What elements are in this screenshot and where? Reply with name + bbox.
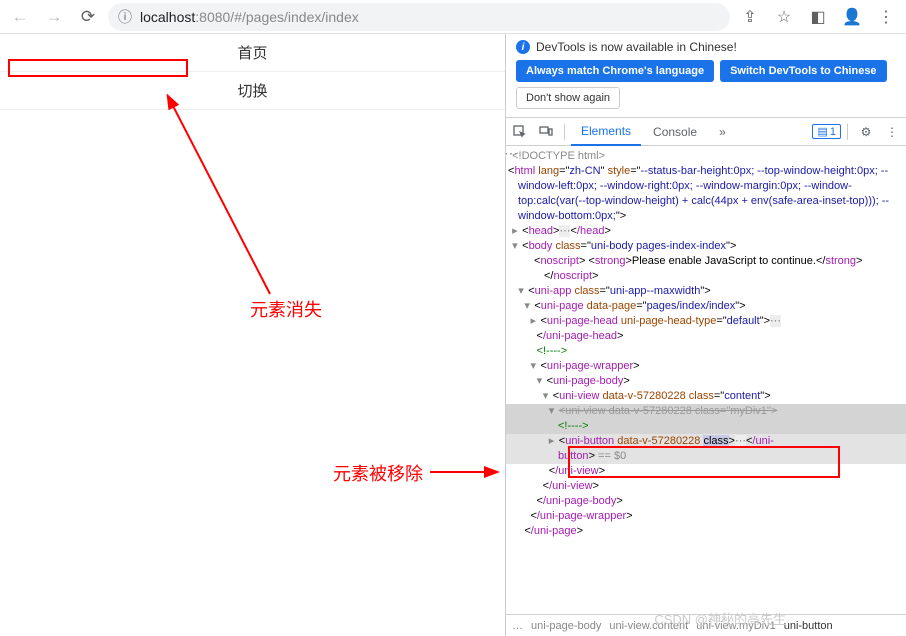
always-match-button[interactable]: Always match Chrome's language bbox=[516, 60, 714, 82]
banner-text: DevTools is now available in Chinese! bbox=[536, 40, 737, 54]
annotation-arrow-1 bbox=[160, 94, 290, 314]
url-host: localhost bbox=[140, 9, 195, 25]
dom-tree[interactable]: <!DOCTYPE html> <html lang="zh-CN" style… bbox=[506, 146, 906, 614]
reload-button[interactable]: ⟳ bbox=[74, 3, 102, 31]
dom-unipage[interactable]: ▾<uni-page data-page="pages/index/index"… bbox=[506, 299, 906, 314]
dom-close-uniview1[interactable]: </uni-view> bbox=[506, 464, 906, 479]
crumb-button[interactable]: uni-button bbox=[784, 620, 833, 632]
tabs-more[interactable]: » bbox=[709, 118, 736, 145]
share-icon[interactable]: ⇪ bbox=[736, 3, 764, 31]
info-icon: i bbox=[516, 40, 530, 54]
annotation-arrow-2 bbox=[428, 464, 500, 480]
devtools-panel: i DevTools is now available in Chinese! … bbox=[506, 34, 906, 636]
switch-button[interactable]: 切换 bbox=[0, 72, 505, 110]
dom-pagewrapper[interactable]: ▾<uni-page-wrapper> bbox=[506, 359, 906, 374]
dom-unibutton-2[interactable]: button> == $0 bbox=[506, 449, 906, 464]
device-icon[interactable] bbox=[534, 120, 558, 144]
tab-elements[interactable]: Elements bbox=[571, 119, 641, 146]
dom-close-unipage[interactable]: </uni-page> bbox=[506, 524, 906, 539]
inspect-icon[interactable] bbox=[508, 120, 532, 144]
messages-badge[interactable]: ▤ 1 bbox=[812, 124, 841, 139]
dom-pagebody[interactable]: ▾<uni-page-body> bbox=[506, 374, 906, 389]
dom-comment-1[interactable]: <!----> bbox=[506, 344, 906, 359]
switch-devtools-button[interactable]: Switch DevTools to Chinese bbox=[720, 60, 887, 82]
dom-pagehead[interactable]: ▸<uni-page-head uni-page-head-type="defa… bbox=[506, 314, 906, 329]
dom-doctype[interactable]: <!DOCTYPE html> bbox=[506, 149, 906, 164]
back-button[interactable]: ← bbox=[6, 3, 34, 31]
page-viewport: 首页 切换 元素消失 元素被移除 bbox=[0, 34, 506, 636]
star-icon[interactable]: ☆ bbox=[770, 3, 798, 31]
dom-html[interactable]: <html lang="zh-CN" style="--status-bar-h… bbox=[506, 164, 906, 224]
watermark: CSDN @神秘的高先生 bbox=[654, 609, 786, 628]
dom-noscript[interactable]: <noscript> <strong>Please enable JavaScr… bbox=[506, 254, 906, 284]
dom-head[interactable]: ▸<head>⋯</head> bbox=[506, 224, 906, 239]
devtools-banner: i DevTools is now available in Chinese! … bbox=[506, 34, 906, 118]
annotation-text-removed: 元素被移除 bbox=[333, 460, 423, 486]
url-path: :8080/#/pages/index/index bbox=[195, 9, 358, 25]
annotation-text-disappear: 元素消失 bbox=[250, 296, 322, 322]
dom-uniview-content[interactable]: ▾<uni-view data-v-57280228 class="conten… bbox=[506, 389, 906, 404]
dom-unibutton[interactable]: ⋯ ▸<uni-button data-v-57280228 class>⋯</… bbox=[506, 434, 906, 449]
dom-close-pagebody[interactable]: </uni-page-body> bbox=[506, 494, 906, 509]
main-split: 首页 切换 元素消失 元素被移除 i DevTools is now avail… bbox=[0, 34, 906, 636]
dom-uniapp[interactable]: ▾<uni-app class="uni-app--maxwidth"> bbox=[506, 284, 906, 299]
dom-comment-2[interactable]: <!----> bbox=[506, 419, 906, 434]
profile-icon[interactable]: 👤 bbox=[838, 3, 866, 31]
dom-uniview-mydiv[interactable]: ▾<uni-view data-v-57280228 class="myDiv1… bbox=[506, 404, 906, 419]
devtools-menu-icon[interactable]: ⋮ bbox=[880, 120, 904, 144]
site-info-icon[interactable]: ⓘ bbox=[118, 7, 132, 27]
devtools-tabs: Elements Console » ▤ 1 ⚙ ⋮ bbox=[506, 118, 906, 146]
page-title: 首页 bbox=[0, 34, 505, 72]
url-bar[interactable]: ⓘ localhost:8080/#/pages/index/index bbox=[108, 3, 730, 31]
tab-console[interactable]: Console bbox=[643, 118, 707, 145]
menu-icon[interactable]: ⋮ bbox=[872, 3, 900, 31]
dom-body[interactable]: ▾<body class="uni-body pages-index-index… bbox=[506, 239, 906, 254]
dom-close-pagewrapper[interactable]: </uni-page-wrapper> bbox=[506, 509, 906, 524]
browser-toolbar: ← → ⟳ ⓘ localhost:8080/#/pages/index/ind… bbox=[0, 0, 906, 34]
dont-show-button[interactable]: Don't show again bbox=[516, 87, 620, 109]
dom-pagehead-close[interactable]: </uni-page-head> bbox=[506, 329, 906, 344]
forward-button[interactable]: → bbox=[40, 3, 68, 31]
dom-close-uniview2[interactable]: </uni-view> bbox=[506, 479, 906, 494]
settings-icon[interactable]: ⚙ bbox=[854, 120, 878, 144]
extensions-icon[interactable]: ◧ bbox=[804, 3, 832, 31]
crumb-pagebody[interactable]: uni-page-body bbox=[531, 620, 601, 632]
